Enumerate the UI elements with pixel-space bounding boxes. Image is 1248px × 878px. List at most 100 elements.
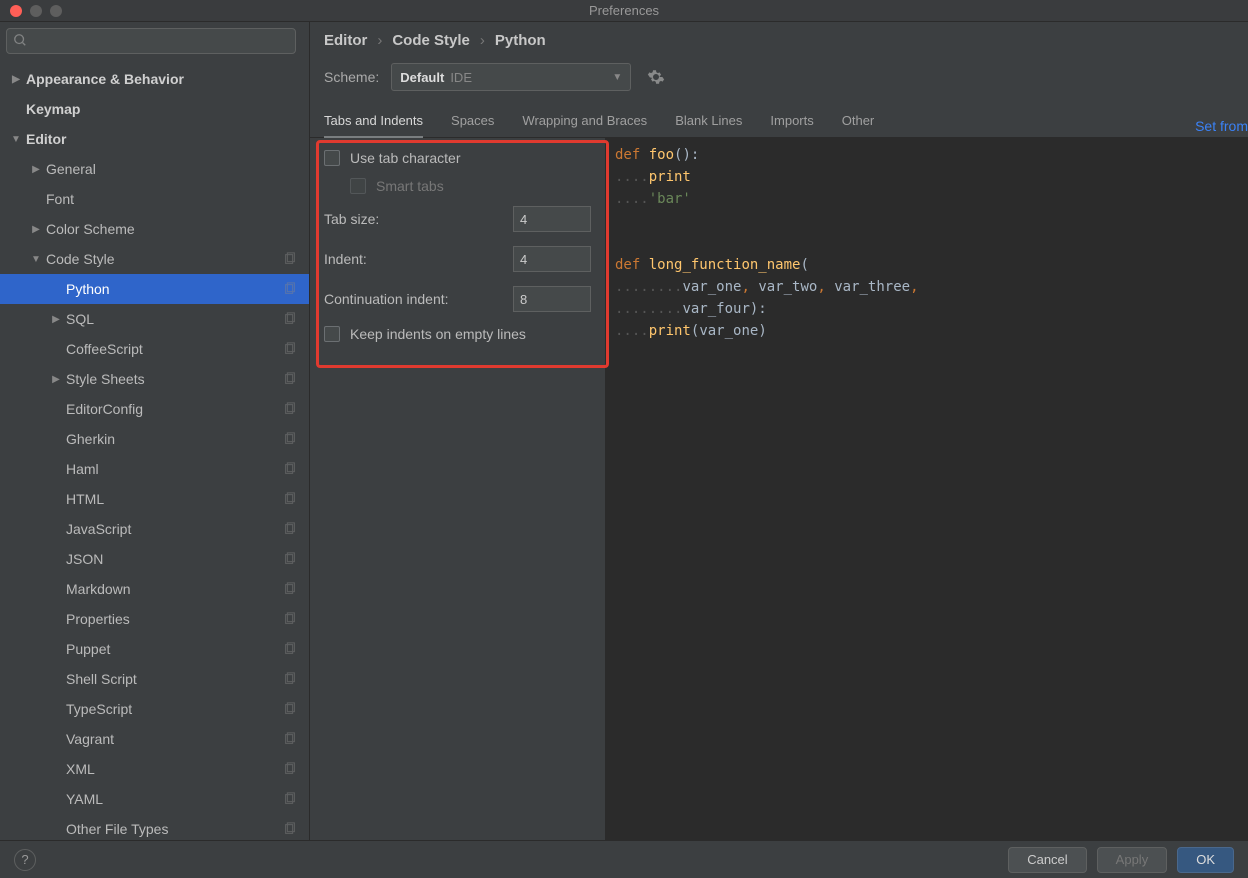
sidebar-item-gherkin[interactable]: ▶Gherkin	[0, 424, 309, 454]
chevron-right-icon: ▶	[10, 74, 22, 85]
window-title: Preferences	[0, 3, 1248, 18]
copy-icon	[283, 732, 297, 746]
indent-input[interactable]	[513, 246, 591, 272]
code-preview: def foo(): ....print ....'bar' def long_…	[605, 138, 1248, 840]
sidebar-item-label: Font	[46, 191, 74, 207]
sidebar-item-other-file-types[interactable]: ▶Other File Types	[0, 814, 309, 840]
copy-icon	[283, 552, 297, 566]
copy-icon	[283, 792, 297, 806]
apply-button[interactable]: Apply	[1097, 847, 1168, 873]
sidebar-item-javascript[interactable]: ▶JavaScript	[0, 514, 309, 544]
sidebar-item-xml[interactable]: ▶XML	[0, 754, 309, 784]
ok-button[interactable]: OK	[1177, 847, 1234, 873]
sidebar-item-label: EditorConfig	[66, 401, 143, 417]
chevron-right-icon: ›	[377, 32, 382, 49]
breadcrumb: Editor › Code Style › Python	[310, 22, 1248, 55]
copy-icon	[283, 342, 297, 356]
gear-icon[interactable]	[647, 68, 665, 86]
tab-imports[interactable]: Imports	[770, 113, 813, 137]
continuation-indent-input[interactable]	[513, 286, 591, 312]
chevron-right-icon: ▶	[30, 224, 42, 235]
smart-tabs-label: Smart tabs	[376, 178, 444, 194]
chevron-down-icon: ▼	[612, 72, 622, 83]
sidebar-item-vagrant[interactable]: ▶Vagrant	[0, 724, 309, 754]
breadcrumb-part[interactable]: Python	[495, 32, 546, 49]
sidebar-item-label: Gherkin	[66, 431, 115, 447]
tab-spaces[interactable]: Spaces	[451, 113, 494, 137]
use-tab-checkbox[interactable]	[324, 150, 340, 166]
sidebar-item-markdown[interactable]: ▶Markdown	[0, 574, 309, 604]
sidebar-item-puppet[interactable]: ▶Puppet	[0, 634, 309, 664]
breadcrumb-part[interactable]: Editor	[324, 32, 367, 49]
sidebar-item-editorconfig[interactable]: ▶EditorConfig	[0, 394, 309, 424]
sidebar-item-sql[interactable]: ▶ SQL	[0, 304, 309, 334]
chevron-right-icon: ▶	[30, 164, 42, 175]
copy-icon	[283, 462, 297, 476]
sidebar-item-label: SQL	[66, 311, 94, 327]
sidebar-item-properties[interactable]: ▶Properties	[0, 604, 309, 634]
scheme-label: Scheme:	[324, 69, 379, 85]
copy-icon	[283, 252, 297, 266]
sidebar-item-typescript[interactable]: ▶TypeScript	[0, 694, 309, 724]
scheme-value: Default	[400, 70, 444, 85]
footer: ? Cancel Apply OK	[0, 840, 1248, 878]
sidebar-item-label: YAML	[66, 791, 103, 807]
keep-indents-checkbox[interactable]	[324, 326, 340, 342]
copy-icon	[283, 612, 297, 626]
sidebar-item-color-scheme[interactable]: ▶Color Scheme	[0, 214, 309, 244]
sidebar-item-font[interactable]: ▶Font	[0, 184, 309, 214]
chevron-right-icon: ▶	[50, 314, 62, 325]
tab-tabs-and-indents[interactable]: Tabs and Indents	[324, 113, 423, 138]
sidebar-item-label: Vagrant	[66, 731, 114, 747]
cancel-button[interactable]: Cancel	[1008, 847, 1086, 873]
sidebar-item-label: Puppet	[66, 641, 110, 657]
sidebar-item-coffeescript[interactable]: ▶CoffeeScript	[0, 334, 309, 364]
search-input[interactable]	[6, 28, 296, 54]
sidebar-item-label: JSON	[66, 551, 103, 567]
sidebar-item-editor[interactable]: ▼Editor	[0, 124, 309, 154]
content-panel: Editor › Code Style › Python Scheme: Def…	[310, 22, 1248, 840]
window-maximize-button[interactable]	[50, 5, 62, 17]
sidebar-item-label: Editor	[26, 131, 66, 147]
copy-icon	[283, 522, 297, 536]
copy-icon	[283, 492, 297, 506]
sidebar-item-shell-script[interactable]: ▶Shell Script	[0, 664, 309, 694]
sidebar-item-label: Style Sheets	[66, 371, 145, 387]
sidebar-item-general[interactable]: ▶General	[0, 154, 309, 184]
sidebar-item-html[interactable]: ▶HTML	[0, 484, 309, 514]
tab-wrapping-and-braces[interactable]: Wrapping and Braces	[522, 113, 647, 137]
tab-size-input[interactable]	[513, 206, 591, 232]
sidebar-item-label: TypeScript	[66, 701, 132, 717]
sidebar-item-label: JavaScript	[66, 521, 131, 537]
copy-icon	[283, 582, 297, 596]
sidebar-item-code-style[interactable]: ▼Code Style	[0, 244, 309, 274]
window-close-button[interactable]	[10, 5, 22, 17]
tab-other[interactable]: Other	[842, 113, 875, 137]
search-field[interactable]	[31, 34, 289, 49]
settings-tree: ▶ Appearance & Behavior ▶Keymap▼Editor▶Gen…	[0, 60, 309, 840]
sidebar-item-yaml[interactable]: ▶YAML	[0, 784, 309, 814]
breadcrumb-part[interactable]: Code Style	[392, 32, 470, 49]
sidebar-item-haml[interactable]: ▶Haml	[0, 454, 309, 484]
copy-icon	[283, 312, 297, 326]
sidebar-item-keymap[interactable]: ▶Keymap	[0, 94, 309, 124]
smart-tabs-checkbox	[350, 178, 366, 194]
sidebar-item-label: Python	[66, 281, 110, 297]
scheme-dropdown[interactable]: Default IDE ▼	[391, 63, 631, 91]
sidebar-item-label: Properties	[66, 611, 130, 627]
tabs-indents-form: Use tab character Smart tabs Tab size: I…	[310, 138, 605, 840]
sidebar-item-json[interactable]: ▶JSON	[0, 544, 309, 574]
tab-blank-lines[interactable]: Blank Lines	[675, 113, 742, 137]
tabs: Tabs and Indents Spaces Wrapping and Brace…	[310, 95, 1248, 138]
sidebar-item-style-sheets[interactable]: ▶Style Sheets	[0, 364, 309, 394]
tab-size-label: Tab size:	[324, 211, 379, 227]
sidebar-item-label: Appearance & Behavior	[26, 71, 184, 87]
scheme-tag: IDE	[450, 70, 472, 85]
use-tab-label: Use tab character	[350, 150, 461, 166]
sidebar-item-appearance-behavior[interactable]: ▶ Appearance & Behavior	[0, 64, 309, 94]
set-from-link[interactable]: Set from	[1195, 118, 1248, 134]
sidebar-item-python[interactable]: ▶Python	[0, 274, 309, 304]
help-button[interactable]: ?	[14, 849, 36, 871]
window-minimize-button[interactable]	[30, 5, 42, 17]
sidebar-item-label: Code Style	[46, 251, 114, 267]
